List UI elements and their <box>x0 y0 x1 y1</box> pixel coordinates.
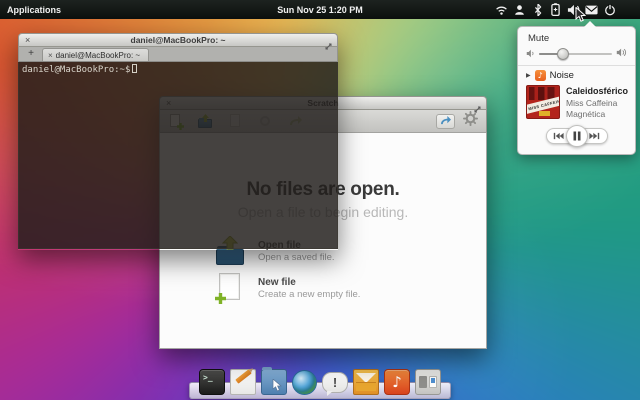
dock-item-system-settings[interactable] <box>415 369 441 395</box>
new-file-big-icon <box>215 273 245 304</box>
new-tab-button[interactable]: + <box>24 47 38 61</box>
power-icon[interactable] <box>603 3 616 17</box>
player-row[interactable]: ▶ ♪ Noise <box>526 70 627 81</box>
now-playing-row: MISS CAFFEINA Caleidosférico Miss Caffei… <box>526 85 629 120</box>
window-title: daniel@MacBookPro: ~ <box>130 35 226 45</box>
pencil-icon <box>235 369 252 384</box>
wifi-icon[interactable] <box>495 3 508 17</box>
toolbar-right-group <box>436 111 478 131</box>
settings-tile <box>429 376 437 388</box>
share-arrow-glyph <box>440 116 451 125</box>
sound-menu-popover: Mute ▶ ♪ Noise MISS CAFFEINA Caleidosfér… <box>517 21 636 155</box>
terminal-cursor <box>132 64 138 73</box>
terminal-tab[interactable]: × daniel@MacBookPro: ~ <box>42 48 150 61</box>
settings-tile <box>419 376 427 388</box>
volume-slider[interactable] <box>539 47 612 60</box>
action-description: Open a saved file. <box>258 251 335 263</box>
envelope-body <box>356 382 376 391</box>
track-artist: Miss Caffeina <box>566 97 618 108</box>
volume-high-icon <box>616 45 627 63</box>
top-panel: Applications Sun Nov 25 1:20 PM <box>0 0 640 19</box>
mute-label[interactable]: Mute <box>528 33 627 44</box>
dock-item-music[interactable]: ♪ <box>384 369 410 395</box>
track-info: Caleidosférico Miss Caffeina Magnética <box>566 85 629 120</box>
new-file-action[interactable]: New file Create a new empty file. <box>215 273 431 304</box>
dock: >_ ! ♪ <box>199 367 441 396</box>
panel-tray <box>495 3 616 17</box>
terminal-window: × daniel@MacBookPro: ~ + × daniel@MacBoo… <box>18 33 338 250</box>
action-label: New file <box>258 276 296 288</box>
popover-separator <box>518 65 635 66</box>
share-icon[interactable] <box>436 113 455 129</box>
terminal-titlebar[interactable]: × daniel@MacBookPro: ~ <box>18 33 338 50</box>
bluetooth-icon[interactable] <box>531 3 544 17</box>
slider-knob[interactable] <box>557 47 570 60</box>
dock-item-mail[interactable] <box>353 369 379 395</box>
volume-low-icon <box>526 45 535 63</box>
mouse-cursor <box>575 6 587 28</box>
album-art-chip <box>539 111 550 116</box>
music-note-glyph: ♪ <box>392 373 402 391</box>
dock-item-text-editor[interactable] <box>230 369 256 395</box>
terminal-prompt: daniel@MacBookPro:~$ <box>22 65 131 75</box>
battery-icon[interactable] <box>549 3 562 17</box>
album-art: MISS CAFFEINA <box>526 85 560 119</box>
track-album: Magnética <box>566 108 606 119</box>
exclamation-glyph: ! <box>332 375 338 390</box>
dock-item-web-browser[interactable] <box>292 370 317 395</box>
maximize-icon[interactable] <box>325 37 332 55</box>
tab-close-icon[interactable]: × <box>48 51 53 60</box>
dock-item-files[interactable] <box>261 367 287 395</box>
volume-slider-row <box>526 47 627 60</box>
mail-icon[interactable] <box>585 3 598 17</box>
maximize-icon[interactable] <box>474 100 481 118</box>
expander-arrow-icon[interactable]: ▶ <box>526 72 531 79</box>
dock-item-terminal[interactable]: >_ <box>199 369 225 395</box>
close-icon[interactable]: × <box>25 34 30 47</box>
action-text: New file Create a new empty file. <box>258 277 360 300</box>
player-name: Noise <box>549 70 574 81</box>
track-title: Caleidosférico <box>566 86 629 96</box>
noise-app-icon: ♪ <box>534 70 546 81</box>
desktop: × Scratch <box>0 0 640 400</box>
folder-shape <box>216 246 244 265</box>
tab-label: daniel@MacBookPro: ~ <box>55 50 141 60</box>
pause-button[interactable] <box>565 124 588 147</box>
terminal-glyph: >_ <box>203 373 213 382</box>
user-icon[interactable] <box>513 3 526 17</box>
terminal-content[interactable]: daniel@MacBookPro:~$ <box>18 62 338 249</box>
dock-item-messages[interactable]: ! <box>322 372 348 396</box>
playback-controls <box>526 124 627 147</box>
plus-glyph <box>215 293 226 304</box>
cursor-arrow-icon <box>272 379 282 392</box>
action-description: Create a new empty file. <box>258 288 361 300</box>
terminal-tabbar: + × daniel@MacBookPro: ~ <box>18 47 338 62</box>
